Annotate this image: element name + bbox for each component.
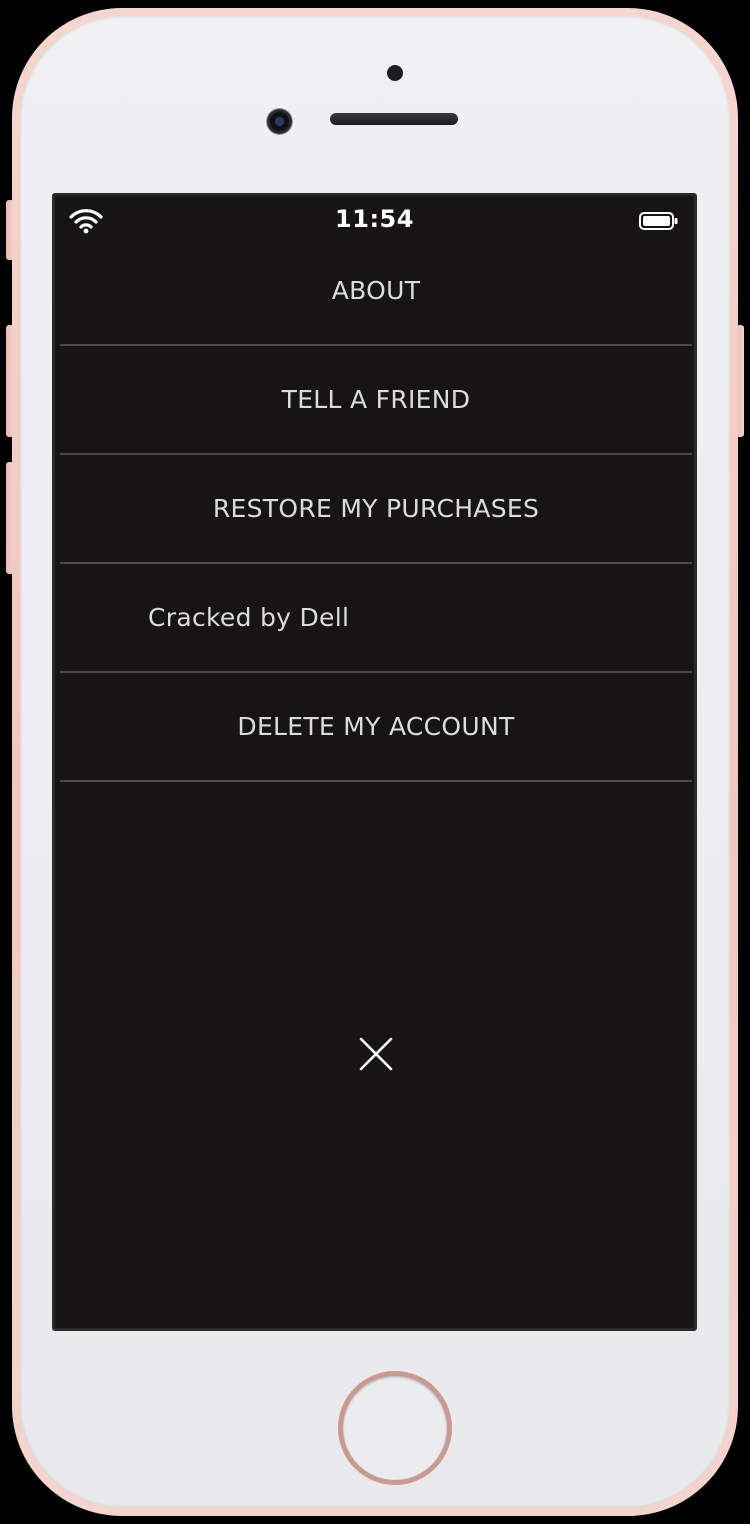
menu-item-about[interactable]: ABOUT xyxy=(60,237,692,346)
menu-item-delete-account[interactable]: DELETE MY ACCOUNT xyxy=(60,673,692,782)
settings-menu: ABOUT TELL A FRIEND RESTORE MY PURCHASES… xyxy=(60,237,692,782)
menu-item-restore-purchases[interactable]: RESTORE MY PURCHASES xyxy=(60,455,692,564)
menu-item-label: TELL A FRIEND xyxy=(281,385,471,414)
app-screen: 11:54 ABOUT TELL A FRIEND RESTORE MY PUR… xyxy=(52,193,697,1331)
menu-item-label: ABOUT xyxy=(331,276,421,305)
menu-item-label: DELETE MY ACCOUNT xyxy=(237,712,515,741)
close-icon[interactable] xyxy=(358,1036,394,1072)
home-button[interactable] xyxy=(338,1371,452,1485)
device-frame-stage: 11:54 ABOUT TELL A FRIEND RESTORE MY PUR… xyxy=(0,0,750,1524)
status-time: 11:54 xyxy=(335,205,414,233)
earpiece-speaker xyxy=(330,113,458,125)
menu-item-cracked-by[interactable]: Cracked by Dell xyxy=(60,564,692,673)
menu-item-label: RESTORE MY PURCHASES xyxy=(212,494,540,523)
battery-icon xyxy=(639,212,678,230)
proximity-sensor xyxy=(387,65,403,81)
front-camera xyxy=(267,109,292,134)
menu-item-tell-a-friend[interactable]: TELL A FRIEND xyxy=(60,346,692,455)
menu-item-label: Cracked by Dell xyxy=(148,603,350,632)
